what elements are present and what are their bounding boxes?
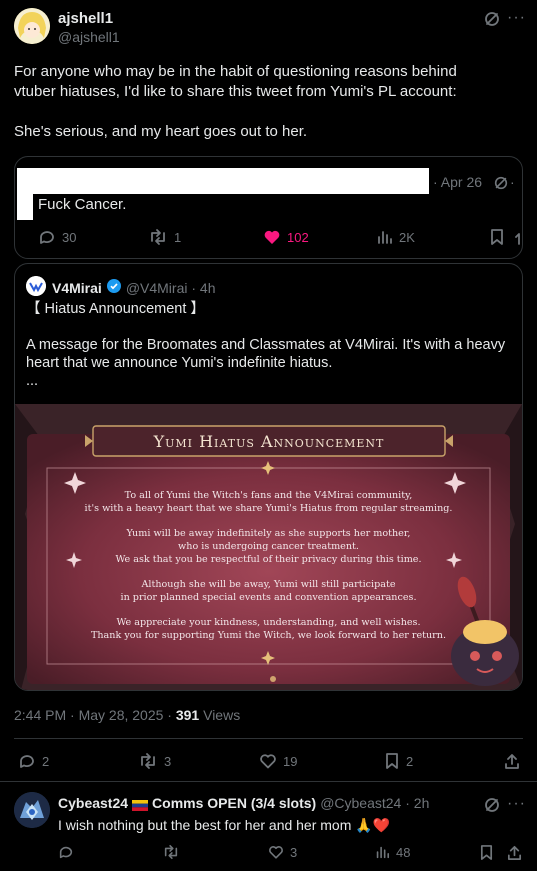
bookmark-count: 2 (406, 753, 414, 769)
analytics-icon (378, 231, 392, 244)
reply-handle[interactable]: @Cybeast24 · 2h (320, 795, 429, 811)
announcement-image[interactable]: Yumi Hiatus Announcement To all of Yumi … (15, 404, 522, 690)
heart-icon (269, 846, 283, 859)
reply-button[interactable] (58, 844, 80, 860)
reply-button[interactable]: 30 (38, 228, 76, 246)
repost-button[interactable]: 1 (148, 228, 181, 246)
embedded-text-line-2: heart that we announce Yumi's indefinite… (26, 355, 333, 371)
reply-text: I wish nothing but the best for her and … (58, 817, 390, 834)
announcement-line: who is undergoing cancer treatment. (178, 541, 359, 552)
bookmark-icon[interactable] (489, 228, 505, 251)
reply-count: 2 (42, 753, 50, 769)
avatar-cybeast24[interactable] (14, 792, 50, 828)
redacted-header-bar (17, 168, 429, 194)
views-count: 391 (175, 707, 200, 723)
reply-icon (40, 231, 54, 244)
share-icon[interactable] (503, 752, 521, 775)
grok-icon[interactable] (483, 796, 501, 819)
repost-icon (164, 844, 178, 860)
views-count: 48 (396, 844, 411, 860)
reply-icon (59, 846, 73, 859)
repost-icon (151, 229, 165, 245)
like-count: 102 (287, 229, 309, 245)
heart-filled-icon (264, 230, 280, 244)
reply-button[interactable]: 2 (18, 752, 49, 770)
avatar-ajshell1[interactable] (14, 8, 50, 44)
announcement-body: To all of Yumi the Witch's fans and the … (55, 489, 482, 642)
reply-emoji: 🙏❤️ (355, 817, 391, 833)
repost-count: 3 (164, 753, 172, 769)
bookmark-icon[interactable] (479, 844, 494, 866)
announcement-line: Although she will be away, Yumi will sti… (141, 579, 396, 590)
announcement-header: Yumi Hiatus Announcement (153, 431, 385, 451)
analytics-icon (376, 846, 390, 859)
announcement-line: in prior planned special events and conv… (120, 592, 417, 603)
reply-count: 30 (62, 229, 77, 245)
reply-icon (20, 755, 34, 768)
post-text-line-2: vtuber hiatuses, I'd like to share this … (14, 83, 457, 100)
bookmark-icon (386, 753, 398, 769)
divider (0, 781, 537, 782)
like-button[interactable]: 19 (259, 752, 297, 770)
more-icon[interactable]: · (510, 174, 515, 190)
repost-icon (141, 753, 155, 769)
views-count: 2K (399, 229, 415, 245)
repost-button[interactable] (162, 844, 186, 860)
timestamp-text[interactable]: 2:44 PM · May 28, 2025 · (14, 707, 176, 723)
grok-icon[interactable] (493, 175, 509, 196)
embedded-display-name[interactable]: V4Mirai (52, 280, 102, 296)
like-count: 3 (290, 844, 298, 860)
avatar-image (14, 8, 50, 44)
post-text-line-1: For anyone who may be in the habit of qu… (14, 63, 457, 80)
quoted-text: Fuck Cancer. (38, 196, 127, 213)
embedded-ellipsis: ... (26, 373, 39, 389)
venezuela-flag-icon (132, 798, 149, 811)
embedded-handle[interactable]: @V4Mirai · 4h (126, 280, 216, 296)
repost-button[interactable]: 3 (138, 752, 171, 770)
views-button[interactable]: 48 (374, 844, 410, 860)
post-timestamp: 2:44 PM · May 28, 2025 · 391 Views (14, 707, 240, 723)
repost-count: 1 (174, 229, 182, 245)
post-text-line-3: She's serious, and my heart goes out to … (14, 123, 308, 140)
divider (14, 738, 523, 739)
heart-icon (260, 754, 276, 769)
views-button[interactable]: 2K (375, 228, 415, 246)
redacted-avatar-area (17, 190, 33, 220)
more-icon[interactable]: ··· (507, 795, 526, 813)
display-name[interactable]: ajshell1 (58, 10, 113, 27)
like-count: 19 (283, 753, 298, 769)
reply-name-suffix: Comms OPEN (3/4 slots) (152, 795, 317, 811)
reply-display-name[interactable]: Cybeast24 (58, 795, 128, 811)
announcement-line: We appreciate your kindness, understandi… (116, 617, 421, 628)
announcement-line: Yumi will be away indefinitely as she su… (126, 528, 411, 539)
like-button[interactable]: 3 (268, 844, 297, 860)
share-icon[interactable] (506, 844, 523, 866)
quoted-date[interactable]: · Apr 26 (433, 174, 482, 190)
views-label: Views (199, 707, 241, 723)
bookmark-button[interactable]: 2 (384, 752, 413, 770)
v4mirai-avatar[interactable] (26, 276, 46, 296)
like-button[interactable]: 102 (263, 228, 309, 246)
more-icon[interactable]: ··· (507, 9, 526, 27)
verified-badge-icon (106, 278, 122, 297)
grok-icon[interactable] (483, 10, 501, 33)
announcement-line: To all of Yumi the Witch's fans and the … (124, 490, 413, 501)
share-icon[interactable] (515, 232, 523, 251)
embedded-text-line-1: A message for the Broomates and Classmat… (26, 337, 506, 353)
embedded-title: 【 Hiatus Announcement 】 (26, 301, 205, 317)
reply-text-content: I wish nothing but the best for her and … (58, 817, 356, 833)
announcement-line: it's with a heavy heart that we share Yu… (84, 503, 453, 514)
announcement-line: We ask that you be respectful of their p… (115, 554, 422, 565)
announcement-line: Thank you for supporting Yumi the Witch,… (90, 630, 446, 641)
handle[interactable]: @ajshell1 (58, 29, 120, 45)
